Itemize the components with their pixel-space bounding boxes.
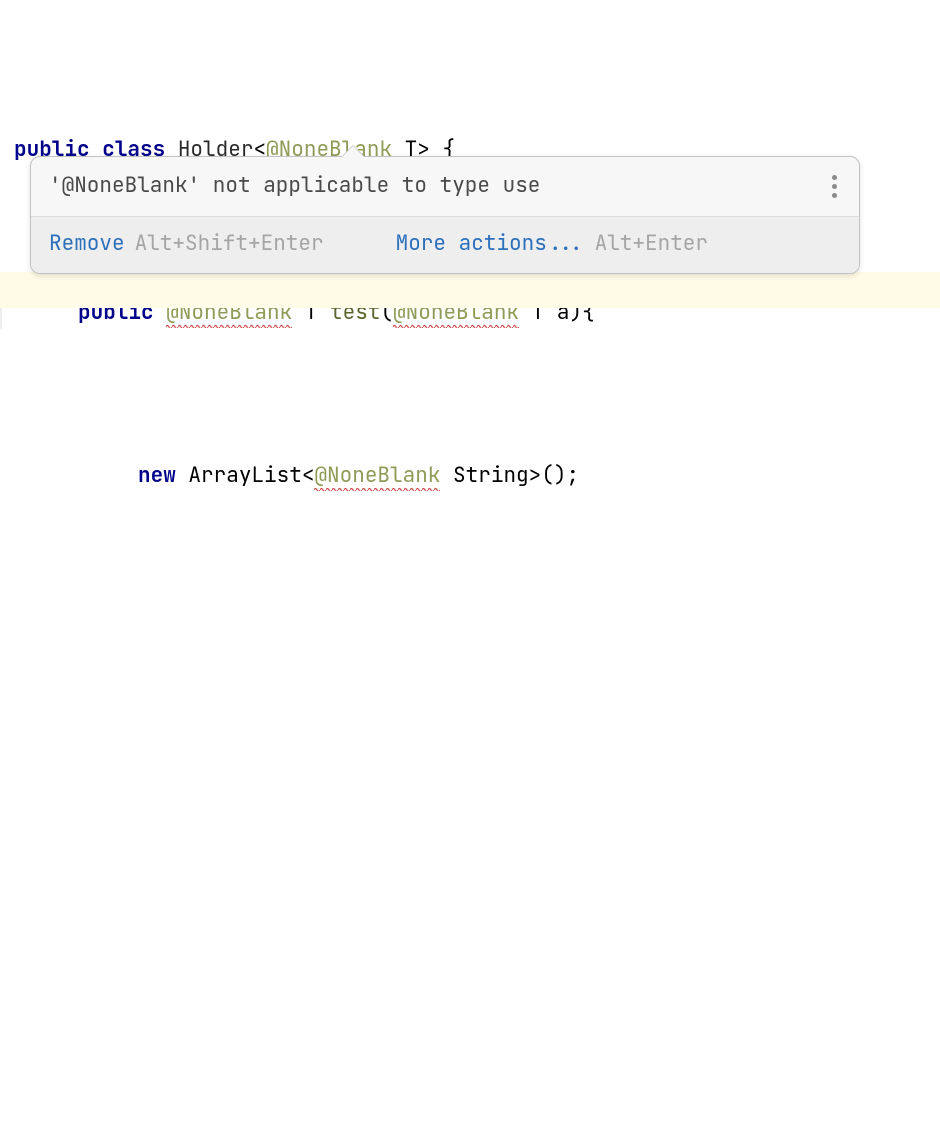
paren-open: (	[541, 462, 554, 489]
keyword-new: new	[138, 462, 176, 489]
kebab-menu-icon[interactable]	[828, 171, 841, 202]
code-line	[0, 622, 940, 655]
popup-header: '@NoneBlank' not applicable to type use	[31, 157, 859, 217]
annotation-noneblank: @NoneBlank	[314, 462, 440, 491]
code-line	[0, 1111, 940, 1132]
remove-shortcut: Alt+Shift+Enter	[135, 228, 324, 261]
type-string: String	[453, 462, 529, 489]
popup-actions-bar: Remove Alt+Shift+Enter More actions... A…	[31, 217, 859, 274]
more-actions[interactable]: More actions...	[396, 228, 585, 261]
code-line	[0, 1013, 940, 1046]
more-actions-shortcut: Alt+Enter	[595, 228, 708, 261]
popup-message: '@NoneBlank' not applicable to type use	[49, 170, 540, 203]
angle-close: >	[529, 462, 542, 489]
code-line	[0, 720, 940, 753]
type-arraylist: ArrayList	[188, 462, 301, 489]
angle-open: <	[302, 462, 315, 489]
semicolon: ;	[566, 462, 579, 489]
code-line	[0, 915, 940, 948]
paren-close: )	[554, 462, 567, 489]
code-line: new ArrayList<@NoneBlank String>();	[0, 460, 940, 493]
caret-line-highlight	[0, 272, 940, 308]
inspection-popup: '@NoneBlank' not applicable to type use …	[30, 156, 860, 274]
code-line	[0, 818, 940, 851]
remove-action[interactable]: Remove	[49, 228, 125, 261]
